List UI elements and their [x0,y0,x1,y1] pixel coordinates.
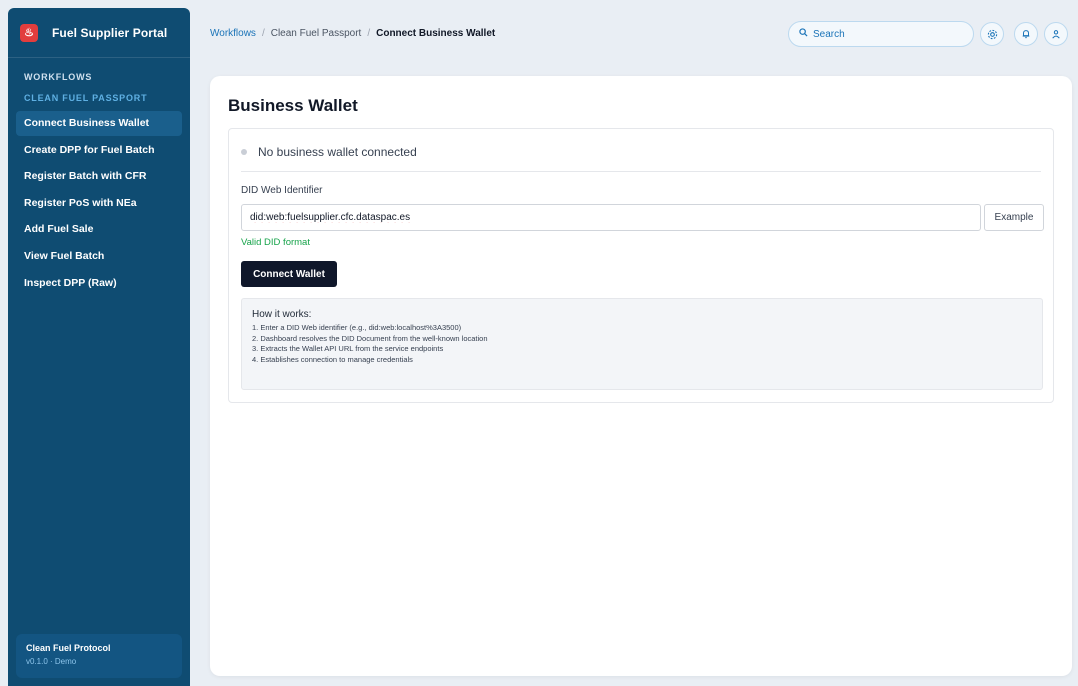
did-web-identifier-input[interactable] [241,204,981,231]
breadcrumb-separator: / [367,27,371,39]
user-icon[interactable] [1044,22,1068,46]
footer-version: v0.1.0 · Demo [26,657,77,666]
sidebar: ♨ Fuel Supplier Portal WORKFLOWS CLEAN F… [8,8,190,686]
page-title: Business Wallet [228,96,358,115]
how-it-works-step: 2. Dashboard resolves the DID Document f… [252,333,488,343]
app-title: Fuel Supplier Portal [52,25,168,40]
fuel-logo-icon: ♨ [20,23,38,42]
sidebar-item-add-fuel-sale[interactable]: Add Fuel Sale [16,217,182,242]
status-dot-icon [241,149,247,155]
main-content: Business Wallet No business wallet conne… [210,76,1072,676]
did-field-label: DID Web Identifier [241,185,323,196]
how-it-works-title: How it works: [252,309,312,320]
sidebar-item-register-pos-nea[interactable]: Register PoS with NEa [16,191,182,216]
footer-title: Clean Fuel Protocol [26,643,111,653]
topbar: Workflows / Clean Fuel Passport / Connec… [198,8,1070,58]
sidebar-group-clean-fuel-passport: CLEAN FUEL PASSPORT [24,93,148,103]
how-it-works-step: 3. Extracts the Wallet API URL from the … [252,344,444,353]
sidebar-item-inspect-dpp-raw[interactable]: Inspect DPP (Raw) [16,271,182,296]
example-button[interactable]: Example [984,204,1044,231]
sidebar-footer: Clean Fuel Protocol v0.1.0 · Demo [16,634,182,678]
sidebar-item-create-dpp[interactable]: Create DPP for Fuel Batch [16,138,182,163]
breadcrumb-clean-fuel-passport[interactable]: Clean Fuel Passport [271,28,362,39]
settings-icon[interactable] [980,22,1004,46]
connect-wallet-button[interactable]: Connect Wallet [241,261,337,287]
breadcrumb: Workflows / Clean Fuel Passport / Connec… [198,28,495,39]
sidebar-section-workflows: WORKFLOWS [24,72,93,82]
wallet-status: No business wallet connected [241,145,417,159]
search-icon [799,28,808,40]
sidebar-item-view-fuel-batch[interactable]: View Fuel Batch [16,244,182,269]
sidebar-item-connect-business-wallet[interactable]: Connect Business Wallet [16,111,182,136]
breadcrumb-current: Connect Business Wallet [376,27,496,39]
wallet-panel: No business wallet connected DID Web Ide… [228,128,1054,403]
breadcrumb-separator: / [261,27,265,39]
sidebar-item-register-batch-cfr[interactable]: Register Batch with CFR [16,164,182,189]
how-it-works-step: 4. Establishes connection to manage cred… [252,354,413,364]
status-text: No business wallet connected [258,145,417,159]
brand[interactable]: ♨ Fuel Supplier Portal [8,8,190,58]
how-it-works-box: How it works: 1. Enter a DID Web identif… [241,298,1043,390]
divider [241,171,1041,172]
search-input[interactable] [813,28,953,40]
bell-icon[interactable] [1014,22,1038,46]
search-box[interactable] [788,21,974,47]
how-it-works-step: 1. Enter a DID Web identifier (e.g., did… [252,323,462,332]
validation-message: Valid DID format [241,237,310,248]
breadcrumb-workflows[interactable]: Workflows [210,28,256,39]
